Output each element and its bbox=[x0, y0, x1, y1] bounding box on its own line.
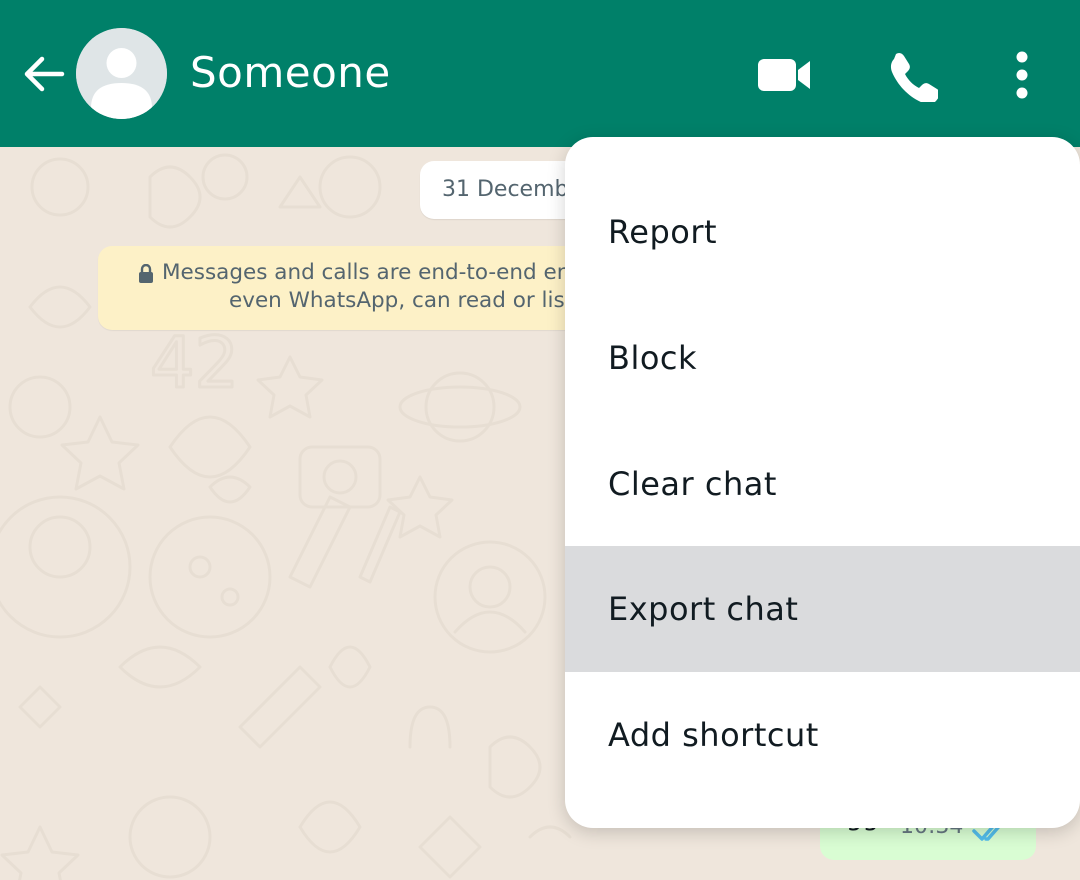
chat-header: Someone bbox=[0, 0, 1080, 147]
video-call-icon[interactable] bbox=[752, 50, 816, 100]
contact-name[interactable]: Someone bbox=[190, 45, 391, 101]
menu-item-add-shortcut[interactable]: Add shortcut bbox=[565, 672, 1080, 798]
menu-item-label: Clear chat bbox=[608, 465, 777, 503]
lock-icon bbox=[139, 264, 153, 283]
overflow-menu: Report Block Clear chat Export chat Add … bbox=[565, 137, 1080, 828]
encryption-notice-line2: even WhatsApp, can read or listen bbox=[229, 288, 600, 313]
menu-item-block[interactable]: Block bbox=[565, 295, 1080, 421]
menu-item-label: Report bbox=[608, 213, 718, 251]
avatar[interactable] bbox=[76, 28, 167, 119]
encryption-notice-line1: Messages and calls are end-to-end encry bbox=[162, 260, 604, 285]
menu-item-report[interactable]: Report bbox=[565, 169, 1080, 295]
back-arrow-icon[interactable] bbox=[18, 48, 70, 100]
menu-item-label: Add shortcut bbox=[608, 716, 819, 754]
menu-item-label: Export chat bbox=[608, 590, 799, 628]
menu-item-label: Block bbox=[608, 339, 698, 377]
menu-item-clear-chat[interactable]: Clear chat bbox=[565, 421, 1080, 547]
voice-call-icon[interactable] bbox=[884, 48, 938, 102]
more-options-icon[interactable] bbox=[1002, 48, 1042, 102]
default-avatar-icon bbox=[76, 28, 167, 119]
whatsapp-chat-screen: 42 31 December Messages and calls are en… bbox=[0, 0, 1080, 880]
menu-item-export-chat[interactable]: Export chat bbox=[565, 546, 1080, 672]
svg-text:42: 42 bbox=[150, 322, 239, 404]
